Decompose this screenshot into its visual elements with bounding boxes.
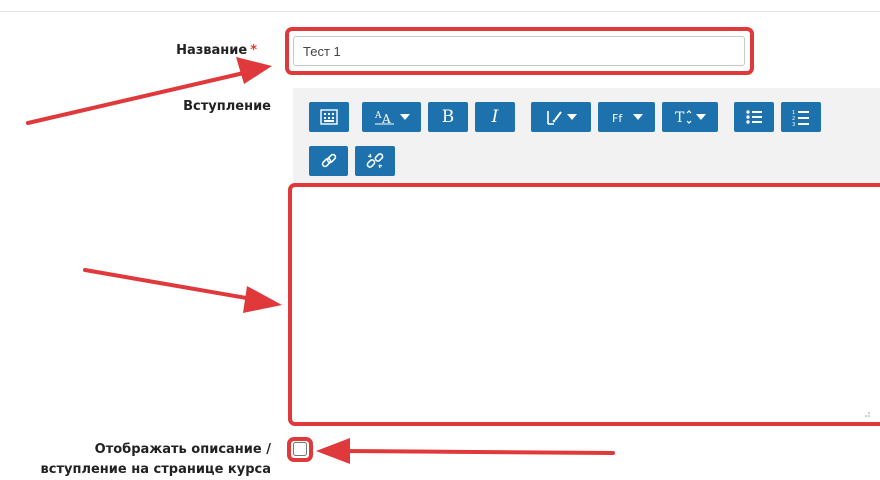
arrow-head-icon bbox=[316, 438, 350, 464]
arrow-head-icon bbox=[236, 57, 272, 84]
arrow-head-icon bbox=[243, 286, 282, 313]
arrow-to-name bbox=[26, 70, 250, 125]
arrow-to-editor bbox=[83, 268, 260, 302]
annotation-arrows bbox=[26, 57, 615, 464]
arrow-to-checkbox bbox=[338, 449, 615, 455]
